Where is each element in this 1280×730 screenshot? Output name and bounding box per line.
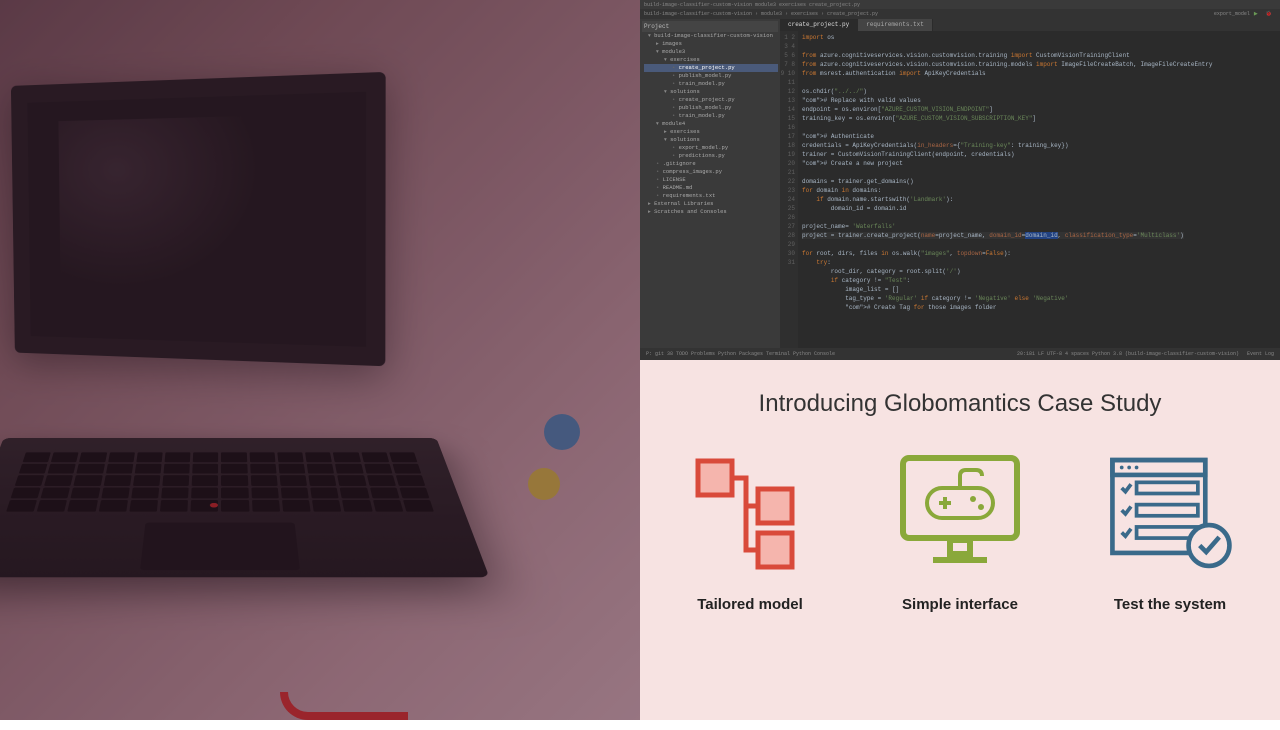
slide-title: Introducing Globomantics Case Study (759, 390, 1162, 418)
ide-titlebar: build-image-classifier-custom-vision mod… (640, 0, 1280, 9)
editor-tab[interactable]: requirements.txt (858, 19, 933, 31)
checklist-icon (1105, 448, 1235, 578)
event-log[interactable]: Event Log (1247, 351, 1274, 357)
tree-file[interactable]: export_model.py (644, 144, 778, 152)
slide-item-test: Test the system (1090, 448, 1250, 613)
ide-window: build-image-classifier-custom-vision mod… (640, 0, 1280, 360)
tree-folder-open[interactable]: exercises (644, 56, 778, 64)
tree-file[interactable]: README.md (644, 184, 778, 192)
tree-file[interactable]: predictions.py (644, 152, 778, 160)
tree-folder-open[interactable]: solutions (644, 88, 778, 96)
photo-tint (0, 0, 640, 720)
tree-file[interactable]: publish_model.py (644, 72, 778, 80)
tree-file[interactable]: .gitignore (644, 160, 778, 168)
editor-tabs[interactable]: create_project.pyrequirements.txt (780, 19, 1280, 31)
run-config[interactable]: export_model (1214, 11, 1250, 17)
line-gutter: 1 2 3 4 5 6 7 8 9 10 11 12 13 14 15 16 1… (780, 31, 798, 348)
status-left[interactable]: P: git 38 TODO Problems Python Packages … (646, 351, 835, 357)
tree-file[interactable]: train_model.py (644, 80, 778, 88)
editor-area: create_project.pyrequirements.txt 1 2 3 … (780, 19, 1280, 348)
slide-label-tailored: Tailored model (697, 596, 803, 613)
slide-item-interface: Simple interface (880, 448, 1040, 613)
tree-file[interactable]: create_project.py (644, 96, 778, 104)
editor-tab[interactable]: create_project.py (780, 19, 858, 31)
slide: Introducing Globomantics Case Study Tail… (640, 360, 1280, 720)
tree-folder-open[interactable]: module4 (644, 120, 778, 128)
status-right[interactable]: 20:181 LF UTF-8 4 spaces Python 3.8 (bui… (1017, 351, 1239, 357)
tree-folder-open[interactable]: solutions (644, 136, 778, 144)
tree-folder-open[interactable]: module3 (644, 48, 778, 56)
code-content[interactable]: import os from azure.cognitiveservices.v… (798, 31, 1280, 348)
slide-label-test: Test the system (1114, 596, 1226, 613)
ide-toolbar[interactable]: build-image-classifier-custom-vision › m… (640, 9, 1280, 19)
file-tree[interactable]: build-image-classifier-custom-visionimag… (642, 32, 778, 216)
tree-folder[interactable]: Scratches and Consoles (644, 208, 778, 216)
debug-button[interactable]: 🐞 (1266, 11, 1272, 17)
slide-items: Tailored model Simple interface (670, 448, 1250, 613)
tree-file[interactable]: publish_model.py (644, 104, 778, 112)
tree-file[interactable]: create_project.py (644, 64, 778, 72)
tree-file[interactable]: LICENSE (644, 176, 778, 184)
tree-folder[interactable]: images (644, 40, 778, 48)
breadcrumb[interactable]: build-image-classifier-custom-vision › m… (644, 11, 878, 17)
project-panel-title[interactable]: Project (642, 21, 778, 32)
ide-statusbar[interactable]: P: git 38 TODO Problems Python Packages … (640, 348, 1280, 360)
project-sidebar[interactable]: Project build-image-classifier-custom-vi… (640, 19, 780, 348)
slide-item-tailored: Tailored model (670, 448, 830, 613)
slide-label-interface: Simple interface (902, 596, 1018, 613)
tree-file[interactable]: requirements.txt (644, 192, 778, 200)
tree-folder[interactable]: exercises (644, 128, 778, 136)
monitor-icon (895, 448, 1025, 578)
tree-file[interactable]: train_model.py (644, 112, 778, 120)
tree-file[interactable]: compress_images.py (644, 168, 778, 176)
network-icon (685, 448, 815, 578)
tree-folder-open[interactable]: build-image-classifier-custom-vision (644, 32, 778, 40)
tree-folder[interactable]: External Libraries (644, 200, 778, 208)
run-button[interactable]: ▶ (1254, 11, 1258, 17)
